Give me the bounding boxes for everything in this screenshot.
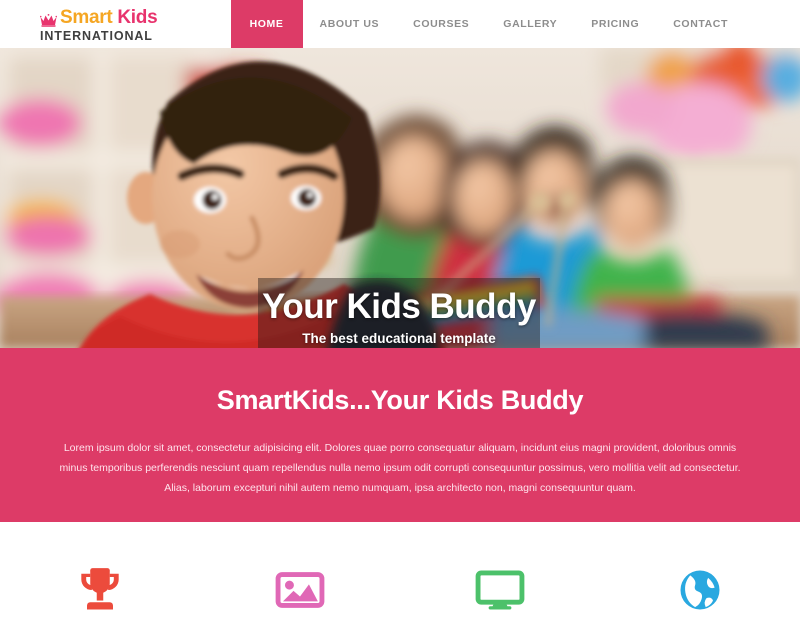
logo-text-kids: Kids	[117, 6, 158, 28]
nav-item-pricing[interactable]: PRICING	[574, 0, 656, 48]
nav-item-contact[interactable]: CONTACT	[656, 0, 745, 48]
feature-item-globe[interactable]	[600, 522, 800, 635]
logo-wordmark: Smart Kids	[40, 6, 158, 28]
trophy-icon	[81, 567, 119, 609]
image-icon	[275, 571, 325, 608]
nav-item-home[interactable]: HOME	[230, 0, 303, 48]
site-logo[interactable]: Smart Kids INTERNATIONAL	[0, 0, 158, 48]
landing-page: Smart Kids INTERNATIONAL HOME ABOUT US C…	[0, 0, 800, 635]
crown-icon	[40, 13, 57, 27]
feature-item-monitor[interactable]	[400, 522, 600, 635]
hero-title: Your Kids Buddy	[262, 287, 536, 326]
logo-text-smart: Smart	[60, 6, 113, 28]
nav-item-gallery[interactable]: GALLERY	[486, 0, 574, 48]
feature-item-gallery[interactable]	[200, 522, 400, 635]
features-section	[0, 522, 800, 635]
intro-section: SmartKids...Your Kids Buddy Lorem ipsum …	[0, 348, 800, 522]
hero-subtitle: The best educational template	[302, 331, 496, 346]
main-navigation: HOME ABOUT US COURSES GALLERY PRICING CO…	[230, 0, 800, 48]
site-header: Smart Kids INTERNATIONAL HOME ABOUT US C…	[0, 0, 800, 48]
globe-icon	[680, 570, 720, 609]
intro-heading: SmartKids...Your Kids Buddy	[216, 385, 584, 415]
nav-item-courses[interactable]: COURSES	[396, 0, 486, 48]
logo-subtitle: INTERNATIONAL	[40, 28, 153, 43]
intro-paragraph: Lorem ipsum dolor sit amet, consectetur …	[59, 442, 741, 494]
hero-slider[interactable]: Your Kids Buddy The best educational tem…	[0, 48, 800, 348]
monitor-icon	[475, 570, 525, 609]
feature-item-trophy[interactable]	[0, 522, 200, 635]
nav-item-about-us[interactable]: ABOUT US	[303, 0, 397, 48]
